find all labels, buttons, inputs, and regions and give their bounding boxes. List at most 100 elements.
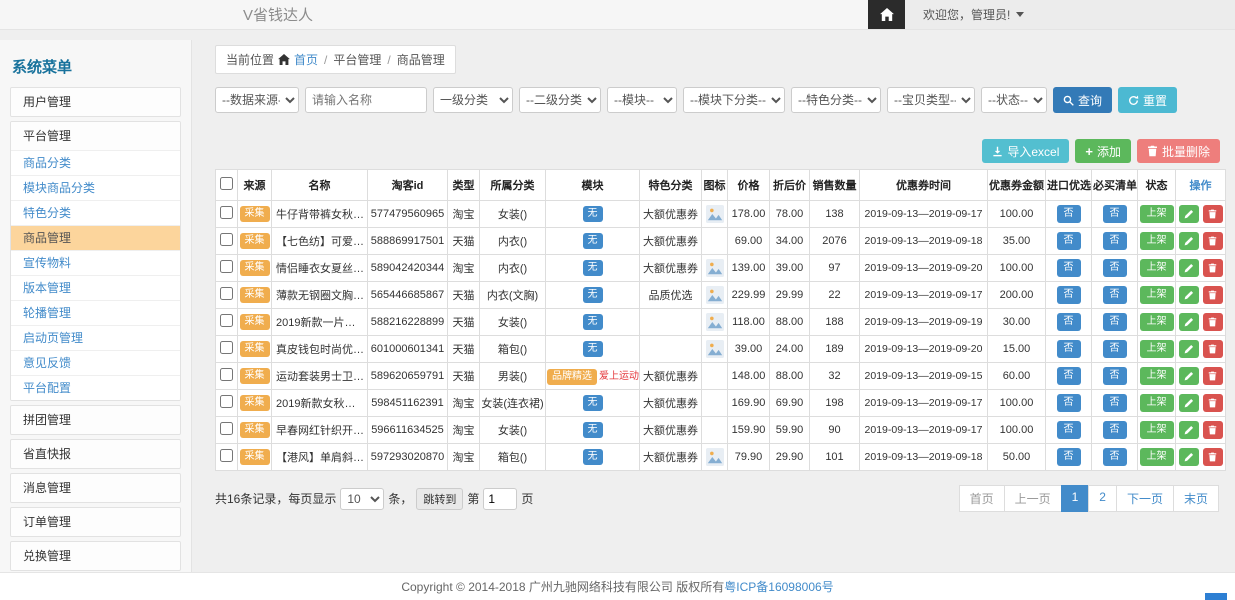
edit-button[interactable] (1179, 286, 1199, 304)
edit-button[interactable] (1179, 259, 1199, 277)
must-buy-toggle-button[interactable]: 否 (1103, 394, 1127, 412)
data-source-select[interactable]: --数据来源-- (215, 87, 299, 113)
sidebar-subitem[interactable]: 意见反馈 (11, 350, 180, 375)
row-checkbox[interactable] (220, 233, 233, 246)
must-buy-toggle-button[interactable]: 否 (1103, 259, 1127, 277)
status-button[interactable]: 上架 (1140, 232, 1174, 250)
sidebar-item[interactable]: 拼团管理 (11, 406, 180, 434)
row-checkbox[interactable] (220, 368, 233, 381)
status-button[interactable]: 上架 (1140, 421, 1174, 439)
must-buy-toggle-button[interactable]: 否 (1103, 367, 1127, 385)
sidebar-item[interactable]: 兑换管理 (11, 542, 180, 570)
search-button[interactable]: 查询 (1053, 87, 1112, 113)
status-button[interactable]: 上架 (1140, 448, 1174, 466)
must-buy-toggle-button[interactable]: 否 (1103, 313, 1127, 331)
sidebar-subitem[interactable]: 轮播管理 (11, 300, 180, 325)
delete-button[interactable] (1203, 394, 1223, 412)
reset-button[interactable]: 重置 (1118, 87, 1177, 113)
status-button[interactable]: 上架 (1140, 259, 1174, 277)
sidebar-subitem[interactable]: 模块商品分类 (11, 175, 180, 200)
jump-page-input[interactable] (483, 488, 517, 510)
status-filter-select[interactable]: --状态-- (981, 87, 1047, 113)
import-select-toggle-button[interactable]: 否 (1057, 394, 1081, 412)
must-buy-toggle-button[interactable]: 否 (1103, 340, 1127, 358)
add-button[interactable]: + 添加 (1075, 139, 1131, 163)
import-select-toggle-button[interactable]: 否 (1057, 205, 1081, 223)
sidebar-item[interactable]: 用户管理 (11, 88, 180, 116)
delete-button[interactable] (1203, 448, 1223, 466)
edit-button[interactable] (1179, 232, 1199, 250)
row-checkbox[interactable] (220, 260, 233, 273)
edit-button[interactable] (1179, 394, 1199, 412)
import-select-toggle-button[interactable]: 否 (1057, 259, 1081, 277)
sidebar-subitem[interactable]: 商品分类 (11, 150, 180, 175)
category1-select[interactable]: 一级分类 (433, 87, 513, 113)
must-buy-toggle-button[interactable]: 否 (1103, 232, 1127, 250)
status-button[interactable]: 上架 (1140, 367, 1174, 385)
sidebar-subitem[interactable]: 宣传物料 (11, 250, 180, 275)
delete-button[interactable] (1203, 286, 1223, 304)
delete-button[interactable] (1203, 232, 1223, 250)
delete-button[interactable] (1203, 340, 1223, 358)
sidebar-subitem[interactable]: 启动页管理 (11, 325, 180, 350)
breadcrumb-home-link[interactable]: 首页 (294, 51, 318, 68)
import-select-toggle-button[interactable]: 否 (1057, 448, 1081, 466)
sidebar-subitem[interactable]: 商品管理 (11, 225, 180, 250)
feature-category-select[interactable]: --特色分类-- (791, 87, 881, 113)
edit-button[interactable] (1179, 448, 1199, 466)
import-select-toggle-button[interactable]: 否 (1057, 340, 1081, 358)
row-checkbox[interactable] (220, 206, 233, 219)
page-button[interactable]: 上一页 (1004, 485, 1062, 512)
select-all-checkbox[interactable] (220, 177, 233, 190)
name-search-input[interactable] (305, 87, 427, 113)
user-menu[interactable]: 欢迎您，管理员! (905, 0, 1235, 29)
import-excel-button[interactable]: 导入excel (982, 139, 1069, 163)
page-button[interactable]: 末页 (1173, 485, 1219, 512)
sidebar-item[interactable]: 订单管理 (11, 508, 180, 536)
delete-button[interactable] (1203, 367, 1223, 385)
row-checkbox[interactable] (220, 395, 233, 408)
import-select-toggle-button[interactable]: 否 (1057, 421, 1081, 439)
sidebar-subitem[interactable]: 特色分类 (11, 200, 180, 225)
status-button[interactable]: 上架 (1140, 313, 1174, 331)
module-select[interactable]: --模块-- (607, 87, 677, 113)
must-buy-toggle-button[interactable]: 否 (1103, 205, 1127, 223)
page-size-select[interactable]: 10 (340, 488, 384, 510)
jump-button[interactable]: 跳转到 (416, 488, 463, 510)
delete-button[interactable] (1203, 259, 1223, 277)
must-buy-toggle-button[interactable]: 否 (1103, 421, 1127, 439)
row-checkbox[interactable] (220, 422, 233, 435)
page-button[interactable]: 首页 (959, 485, 1005, 512)
sidebar-subitem[interactable]: 版本管理 (11, 275, 180, 300)
status-button[interactable]: 上架 (1140, 394, 1174, 412)
page-button[interactable]: 1 (1061, 485, 1090, 512)
sidebar-item[interactable]: 省直快报 (11, 440, 180, 468)
delete-button[interactable] (1203, 421, 1223, 439)
import-select-toggle-button[interactable]: 否 (1057, 286, 1081, 304)
sidebar-item[interactable]: 平台管理 (11, 122, 180, 150)
item-type-select[interactable]: --宝贝类型-- (887, 87, 975, 113)
category2-select[interactable]: --二级分类-- (519, 87, 601, 113)
row-checkbox[interactable] (220, 341, 233, 354)
status-button[interactable]: 上架 (1140, 340, 1174, 358)
sidebar-item[interactable]: 消息管理 (11, 474, 180, 502)
import-select-toggle-button[interactable]: 否 (1057, 313, 1081, 331)
row-checkbox[interactable] (220, 449, 233, 462)
row-checkbox[interactable] (220, 287, 233, 300)
home-button[interactable] (868, 0, 905, 29)
delete-button[interactable] (1203, 313, 1223, 331)
edit-button[interactable] (1179, 205, 1199, 223)
import-select-toggle-button[interactable]: 否 (1057, 232, 1081, 250)
status-button[interactable]: 上架 (1140, 205, 1174, 223)
edit-button[interactable] (1179, 313, 1199, 331)
module-subcategory-select[interactable]: --模块下分类-- (683, 87, 785, 113)
sidebar-subitem[interactable]: 平台配置 (11, 375, 180, 400)
page-button[interactable]: 2 (1088, 485, 1117, 512)
row-checkbox[interactable] (220, 314, 233, 327)
edit-button[interactable] (1179, 421, 1199, 439)
must-buy-toggle-button[interactable]: 否 (1103, 448, 1127, 466)
delete-button[interactable] (1203, 205, 1223, 223)
icp-link[interactable]: 粤ICP备16098006号 (724, 578, 833, 595)
edit-button[interactable] (1179, 340, 1199, 358)
status-button[interactable]: 上架 (1140, 286, 1174, 304)
